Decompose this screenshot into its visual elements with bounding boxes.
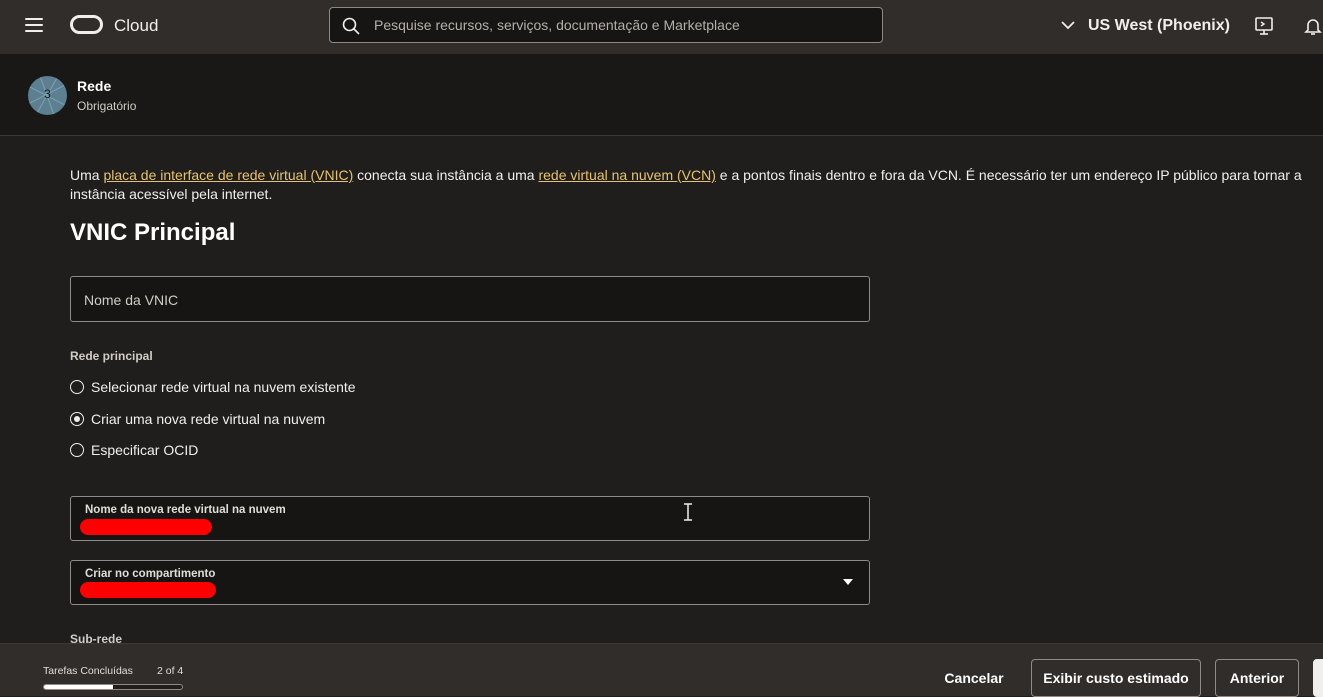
vnic-name-placeholder: Nome da VNIC bbox=[84, 292, 179, 308]
intro-text: Uma placa de interface de rede virtual (… bbox=[70, 167, 1302, 202]
search-box[interactable] bbox=[329, 7, 883, 43]
radio-specify-ocid[interactable]: Especificar OCID bbox=[70, 440, 198, 460]
previous-button[interactable]: Anterior bbox=[1215, 659, 1299, 697]
compartment-label: Criar no compartimento bbox=[85, 568, 216, 580]
network-group-label: Rede principal bbox=[70, 349, 153, 363]
radio-label: Especificar OCID bbox=[91, 442, 199, 458]
oracle-logo-icon[interactable] bbox=[70, 15, 103, 34]
radio-button[interactable] bbox=[70, 443, 84, 457]
tasks-count: 2 of 4 bbox=[157, 665, 184, 677]
vnic-link[interactable]: placa de interface de rede virtual (VNIC… bbox=[103, 167, 353, 183]
subnet-label: Sub-rede bbox=[70, 632, 123, 643]
text-cursor-icon bbox=[684, 503, 692, 521]
vnic-name-field[interactable]: Nome da VNIC bbox=[70, 276, 870, 322]
radio-new-vcn[interactable]: Criar uma nova rede virtual na nuvem bbox=[70, 409, 325, 429]
step-title: Rede bbox=[77, 78, 112, 94]
vcn-link[interactable]: rede virtual na nuvem (VCN) bbox=[538, 167, 715, 183]
redacted-value bbox=[80, 582, 216, 598]
cloud-shell-icon[interactable] bbox=[1254, 16, 1274, 36]
radio-button[interactable] bbox=[70, 380, 84, 394]
tasks-progress-bar bbox=[43, 684, 183, 690]
next-button[interactable] bbox=[1313, 659, 1323, 697]
radio-label: Selecionar rede virtual na nuvem existen… bbox=[91, 379, 356, 395]
chevron-down-icon[interactable] bbox=[1060, 17, 1076, 33]
top-bar: Cloud US West (Phoenix) bbox=[0, 0, 1323, 54]
caret-down-icon[interactable] bbox=[843, 579, 853, 585]
new-vcn-name-label: Nome da nova rede virtual na nuvem bbox=[85, 504, 286, 516]
search-icon bbox=[342, 17, 360, 35]
wizard-footer: Tarefas Concluídas 2 of 4 Cancelar Exibi… bbox=[0, 643, 1323, 697]
main-content: Uma placa de interface de rede virtual (… bbox=[0, 137, 1323, 643]
search-input[interactable] bbox=[374, 9, 874, 41]
region-selector[interactable]: US West (Phoenix) bbox=[1088, 17, 1230, 35]
cancel-button[interactable]: Cancelar bbox=[932, 659, 1016, 697]
step-badge: 3 bbox=[28, 76, 67, 115]
new-vcn-name-field[interactable]: Nome da nova rede virtual na nuvem bbox=[70, 496, 870, 541]
tasks-label: Tarefas Concluídas bbox=[43, 665, 133, 677]
radio-button-checked[interactable] bbox=[70, 412, 84, 426]
bell-icon[interactable] bbox=[1303, 16, 1323, 36]
radio-existing-vcn[interactable]: Selecionar rede virtual na nuvem existen… bbox=[70, 377, 356, 397]
menu-icon[interactable] bbox=[25, 18, 43, 32]
step-number: 3 bbox=[44, 87, 51, 101]
section-heading: VNIC Principal bbox=[70, 219, 236, 246]
step-subtitle: Obrigatório bbox=[77, 99, 137, 113]
redacted-value bbox=[80, 519, 212, 535]
radio-label: Criar uma nova rede virtual na nuvem bbox=[91, 411, 326, 427]
progress-fill bbox=[44, 685, 113, 689]
step-header: 3 Rede Obrigatório bbox=[0, 54, 1323, 136]
brand-name: Cloud bbox=[114, 16, 159, 35]
estimate-cost-button[interactable]: Exibir custo estimado bbox=[1031, 659, 1201, 697]
compartment-select[interactable]: Criar no compartimento bbox=[70, 560, 870, 605]
